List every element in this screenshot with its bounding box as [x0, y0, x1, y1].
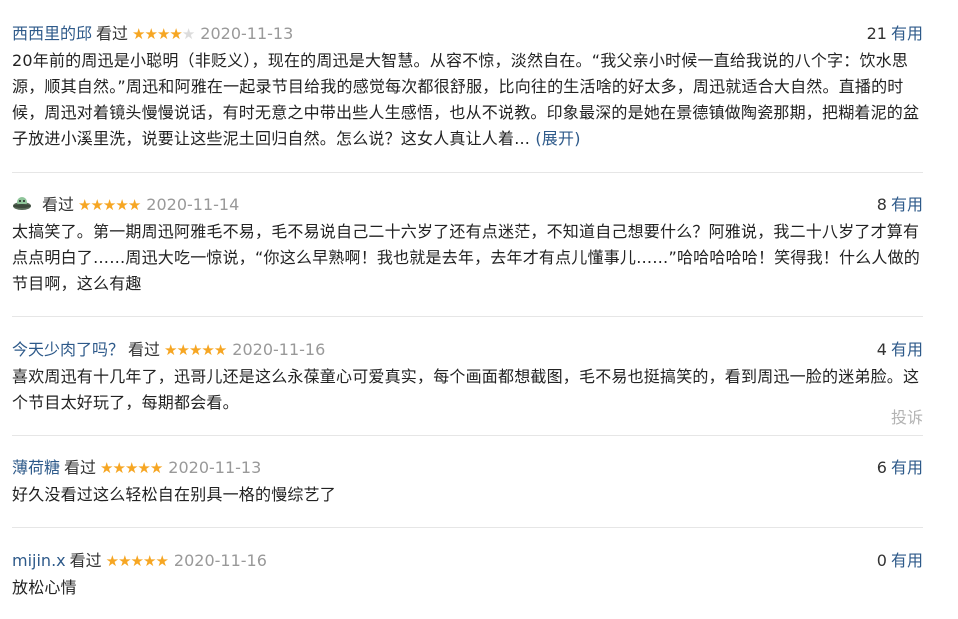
star-filled-icon: ★	[130, 552, 144, 570]
review-item: 西西里的邱 看过 ★★★★★ 2020-11-13 21 有用 20年前的周迅是小聪明（…	[12, 22, 923, 152]
review-item: 今天少肉了吗？ 看过 ★★★★★ 2020-11-16 4 有用 喜欢周迅有十几年了，迅…	[12, 338, 923, 427]
useful-count: 8	[876, 195, 887, 214]
useful-label: 有用	[890, 24, 923, 43]
review-content: 喜欢周迅有十几年了，迅哥儿还是这么永葆童心可爱真实，每个画面都想截图，毛不易也挺…	[12, 364, 923, 416]
useful-label: 有用	[890, 458, 923, 477]
divider	[12, 435, 923, 436]
useful-count: 6	[876, 458, 887, 477]
useful-label: 有用	[890, 551, 923, 570]
review-header: 今天少肉了吗？ 看过 ★★★★★ 2020-11-16 4 有用	[12, 338, 923, 362]
review-header: 看过 ★★★★★ 2020-11-14 8 有用	[12, 193, 923, 217]
useful-vote-button[interactable]: 0 有用	[877, 549, 923, 573]
review-header: mijin.x 看过 ★★★★★ 2020-11-16 0 有用	[12, 549, 923, 573]
watch-status: 看过	[42, 195, 75, 214]
review-text: 20年前的周迅是小聪明（非贬义），现在的周迅是大智慧。从容不惊，淡然自在。“我父…	[12, 51, 920, 148]
star-filled-icon: ★	[188, 341, 202, 359]
review-content: 太搞笑了。第一期周迅阿雅毛不易，毛不易说自己二十六岁了还有点迷茫，不知道自己想要…	[12, 219, 923, 297]
alien-ufo-icon[interactable]	[12, 194, 32, 214]
star-filled-icon: ★	[115, 196, 128, 214]
useful-vote-button[interactable]: 8 有用	[877, 193, 923, 217]
review-content: 好久没看过这么轻松自在别具一格的慢综艺了	[12, 482, 923, 508]
star-filled-icon: ★	[90, 196, 103, 214]
review-text: 放松心情	[12, 578, 77, 597]
divider	[12, 172, 923, 173]
watch-status: 看过	[64, 458, 97, 477]
review-item: 薄荷糖 看过 ★★★★★ 2020-11-13 6 有用 好久没看过这么轻松自在别具一格…	[12, 456, 923, 508]
review-text: 好久没看过这么轻松自在别具一格的慢综艺了	[12, 485, 337, 504]
review-date: 2020-11-14	[146, 195, 240, 214]
star-filled-icon: ★	[169, 25, 182, 43]
review-item: mijin.x 看过 ★★★★★ 2020-11-16 0 有用 放松心情	[12, 549, 923, 601]
star-filled-icon: ★	[213, 341, 227, 359]
review-text: 喜欢周迅有十几年了，迅哥儿还是这么永葆童心可爱真实，每个画面都想截图，毛不易也挺…	[12, 367, 920, 412]
useful-vote-button[interactable]: 4 有用	[877, 338, 923, 362]
star-filled-icon: ★	[156, 25, 170, 43]
star-filled-icon: ★	[149, 459, 163, 477]
review-item: 看过 ★★★★★ 2020-11-14 8 有用 太搞笑了。第一期周迅阿雅毛不易，毛不…	[12, 193, 923, 297]
star-filled-icon: ★	[124, 459, 138, 477]
useful-count: 21	[866, 24, 887, 43]
star-filled-icon: ★	[132, 25, 145, 43]
watch-status: 看过	[69, 551, 102, 570]
star-filled-icon: ★	[78, 196, 91, 214]
review-date: 2020-11-13	[200, 24, 294, 43]
rating-stars: ★★★★★	[100, 456, 163, 480]
review-date: 2020-11-16	[232, 340, 326, 359]
star-filled-icon: ★	[164, 341, 177, 359]
star-filled-icon: ★	[105, 552, 119, 570]
star-filled-icon: ★	[102, 196, 116, 214]
star-filled-icon: ★	[143, 552, 156, 570]
watch-status: 看过	[128, 340, 161, 359]
useful-vote-button[interactable]: 6 有用	[877, 456, 923, 480]
rating-stars: ★★★★★	[78, 193, 141, 217]
reviewer-name-link[interactable]: mijin.x	[12, 551, 66, 570]
expand-link[interactable]: (展开)	[535, 129, 580, 148]
reviewer-name-link[interactable]: 今天少肉了吗？	[12, 340, 124, 359]
star-empty-icon: ★	[181, 25, 195, 43]
report-link[interactable]: 投诉	[891, 404, 923, 428]
rating-stars: ★★★★★	[132, 22, 195, 46]
star-filled-icon: ★	[201, 341, 214, 359]
star-filled-icon: ★	[100, 459, 113, 477]
star-filled-icon: ★	[144, 25, 157, 43]
star-filled-icon: ★	[112, 459, 125, 477]
star-filled-icon: ★	[137, 459, 150, 477]
star-filled-icon: ★	[127, 196, 141, 214]
review-date: 2020-11-13	[168, 458, 262, 477]
reviewer-name-link[interactable]: 薄荷糖	[12, 458, 60, 477]
useful-count: 4	[876, 340, 887, 359]
divider	[12, 527, 923, 528]
divider	[12, 316, 923, 317]
review-content: 放松心情	[12, 575, 923, 601]
watch-status: 看过	[96, 24, 129, 43]
useful-count: 0	[876, 551, 887, 570]
rating-stars: ★★★★★	[164, 338, 227, 362]
star-filled-icon: ★	[118, 552, 131, 570]
useful-label: 有用	[890, 340, 923, 359]
star-filled-icon: ★	[155, 552, 168, 570]
reviewer-name-link[interactable]: 西西里的邱	[12, 24, 92, 43]
review-header: 西西里的邱 看过 ★★★★★ 2020-11-13 21 有用	[12, 22, 923, 46]
star-filled-icon: ★	[176, 341, 189, 359]
useful-label: 有用	[890, 195, 923, 214]
useful-vote-button[interactable]: 21 有用	[867, 22, 923, 46]
review-text: 太搞笑了。第一期周迅阿雅毛不易，毛不易说自己二十六岁了还有点迷茫，不知道自己想要…	[12, 222, 920, 293]
review-header: 薄荷糖 看过 ★★★★★ 2020-11-13 6 有用	[12, 456, 923, 480]
review-date: 2020-11-16	[173, 551, 267, 570]
rating-stars: ★★★★★	[105, 549, 169, 573]
review-content: 20年前的周迅是小聪明（非贬义），现在的周迅是大智慧。从容不惊，淡然自在。“我父…	[12, 48, 923, 152]
